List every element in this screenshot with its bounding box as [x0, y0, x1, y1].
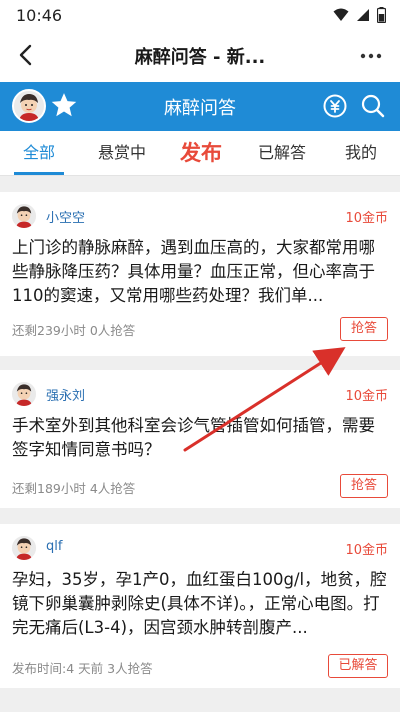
answered-button[interactable]: 已解答 [328, 654, 388, 678]
reward-badge: 10金币 [345, 389, 388, 404]
my-avatar[interactable] [12, 89, 46, 123]
question-meta: 还剩239小时 0人抢答 [12, 323, 136, 338]
user-name[interactable]: 强永刘 [46, 385, 85, 404]
wifi-icon [333, 8, 349, 21]
status-time: 10:46 [16, 6, 63, 25]
tab-publish[interactable]: 发布 [166, 131, 236, 176]
more-options-button[interactable] [356, 42, 386, 70]
app-bar: 麻醉问答 [0, 82, 400, 131]
favorite-star-icon[interactable] [50, 91, 78, 119]
user-name[interactable]: qlf [46, 539, 62, 554]
app-bar-title: 麻醉问答 [164, 98, 236, 119]
question-card[interactable]: 小空空 10金币 上门诊的静脉麻醉，遇到血压高的，大家都常用哪些静脉降压药？具体… [0, 192, 400, 356]
reward-badge: 10金币 [345, 211, 388, 226]
question-text[interactable]: 孕妇，35岁，孕1产0，血红蛋白100g/l，地贫，腔镜下卵巢囊肿剥除史(具体不… [12, 568, 388, 640]
back-button[interactable] [10, 40, 40, 70]
question-card[interactable]: 强永刘 10金币 手术室外到其他科室会诊气管插管如何插管，需要签字知情同意书吗？… [0, 370, 400, 508]
user-avatar[interactable] [12, 536, 36, 560]
active-tab-indicator [14, 172, 64, 175]
page-title: 麻醉问答 - 新... [134, 47, 266, 68]
grab-answer-button[interactable]: 抢答 [340, 317, 388, 341]
back-arrow-icon [19, 44, 32, 66]
card-header: 小空空 10金币 [12, 204, 388, 230]
user-name[interactable]: 小空空 [46, 207, 85, 226]
avatar-cartoon-icon [12, 382, 36, 406]
card-header: qlf 10金币 [12, 536, 388, 562]
avatar-cartoon-icon [12, 536, 36, 560]
question-meta: 发布时间:4 天前 3人抢答 [12, 661, 153, 676]
tab-rewarding[interactable]: 悬赏中 [84, 131, 160, 176]
status-icons [333, 7, 386, 23]
search-icon[interactable] [360, 93, 386, 119]
tab-bar: 全部 悬赏中 发布 已解答 我的 [0, 131, 400, 176]
title-bar: 麻醉问答 - 新... [0, 30, 400, 82]
tab-mine[interactable]: 我的 [326, 131, 396, 176]
coin-icon[interactable] [322, 93, 348, 119]
user-avatar[interactable] [12, 204, 36, 228]
user-avatar[interactable] [12, 382, 36, 406]
tab-all[interactable]: 全部 [4, 131, 74, 176]
question-meta: 还剩189小时 4人抢答 [12, 481, 136, 496]
battery-icon [377, 7, 386, 23]
question-text[interactable]: 手术室外到其他科室会诊气管插管如何插管，需要签字知情同意书吗？ [12, 414, 388, 462]
avatar-cartoon-icon [14, 91, 44, 121]
grab-answer-button[interactable]: 抢答 [340, 474, 388, 498]
more-dots-icon [360, 53, 382, 59]
question-text[interactable]: 上门诊的静脉麻醉，遇到血压高的，大家都常用哪些静脉降压药？具体用量？血压正常，但… [12, 236, 388, 308]
tab-answered[interactable]: 已解答 [244, 131, 320, 176]
avatar-cartoon-icon [12, 204, 36, 228]
status-bar: 10:46 [0, 0, 400, 30]
signal-icon [357, 9, 369, 21]
question-card[interactable]: qlf 10金币 孕妇，35岁，孕1产0，血红蛋白100g/l，地贫，腔镜下卵巢… [0, 524, 400, 688]
card-header: 强永刘 10金币 [12, 382, 388, 408]
reward-badge: 10金币 [345, 543, 388, 558]
